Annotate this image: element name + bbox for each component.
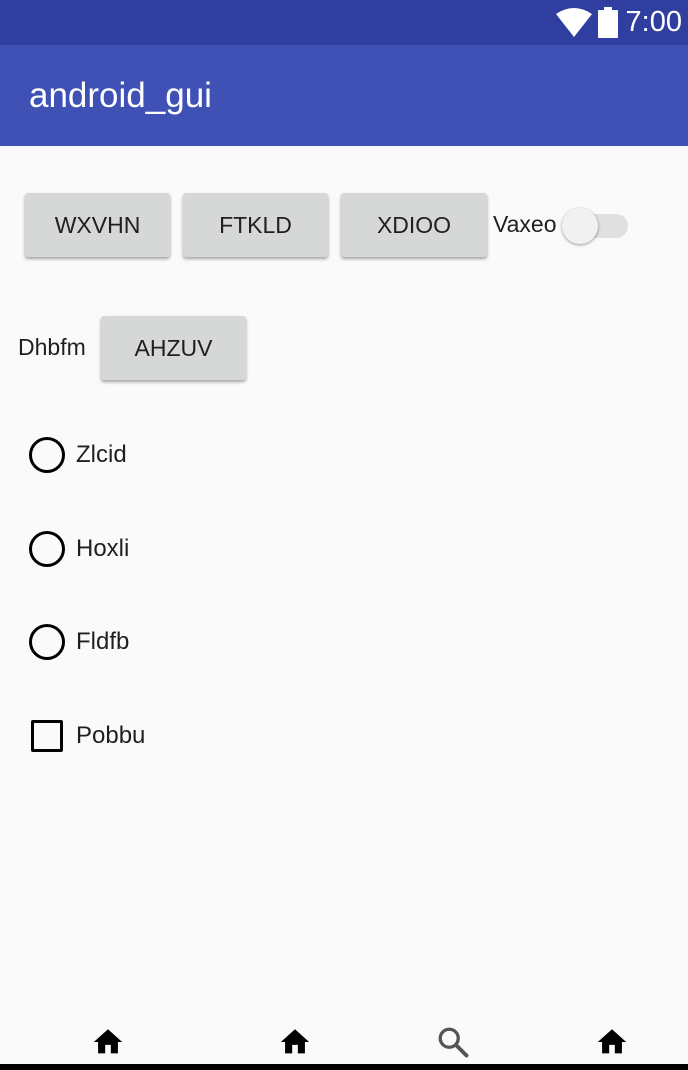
- status-icons: 7:00: [555, 0, 682, 45]
- nav-home-2[interactable]: [265, 1020, 325, 1064]
- radio-fldfb[interactable]: [29, 624, 65, 660]
- radio-label-zlcid[interactable]: Zlcid: [76, 441, 127, 469]
- nav-home-3[interactable]: [582, 1020, 642, 1064]
- dhbfm-label: Dhbfm: [18, 334, 86, 360]
- wifi-icon: [555, 7, 592, 37]
- nav-home-1[interactable]: [78, 1020, 138, 1064]
- radio-circle: [29, 437, 65, 473]
- status-bar: 7:00: [0, 0, 688, 45]
- home-icon: [280, 1029, 310, 1054]
- ftkld-button[interactable]: FTKLD: [183, 193, 328, 257]
- checkbox-pobbu[interactable]: [31, 720, 63, 752]
- app-title: android_gui: [29, 76, 212, 115]
- radio-circle: [29, 624, 65, 660]
- checkbox-label-pobbu[interactable]: Pobbu: [76, 722, 145, 750]
- switch-thumb[interactable]: [562, 208, 598, 244]
- radio-label-hoxli[interactable]: Hoxli: [76, 535, 129, 563]
- xdioo-button[interactable]: XDIOO: [341, 193, 487, 257]
- app-bar: android_gui: [0, 45, 688, 146]
- nav-divider: [0, 1064, 688, 1070]
- radio-hoxli[interactable]: [29, 531, 65, 567]
- home-icon: [93, 1029, 123, 1054]
- home-icon: [597, 1029, 627, 1054]
- radio-zlcid[interactable]: [29, 437, 65, 473]
- status-time: 7:00: [625, 6, 682, 38]
- vaxeo-switch-label: Vaxeo: [493, 211, 557, 237]
- checkbox-box: [31, 720, 63, 752]
- radio-label-fldfb[interactable]: Fldfb: [76, 628, 129, 656]
- radio-circle: [29, 531, 65, 567]
- bottom-nav: [0, 1020, 688, 1070]
- nav-search[interactable]: [423, 1020, 483, 1064]
- wxvhn-button[interactable]: WXVHN: [25, 193, 170, 257]
- vaxeo-switch[interactable]: [562, 208, 630, 244]
- ahzuv-button[interactable]: AHZUV: [101, 316, 246, 380]
- battery-icon: [597, 7, 618, 38]
- search-icon: [438, 1027, 469, 1058]
